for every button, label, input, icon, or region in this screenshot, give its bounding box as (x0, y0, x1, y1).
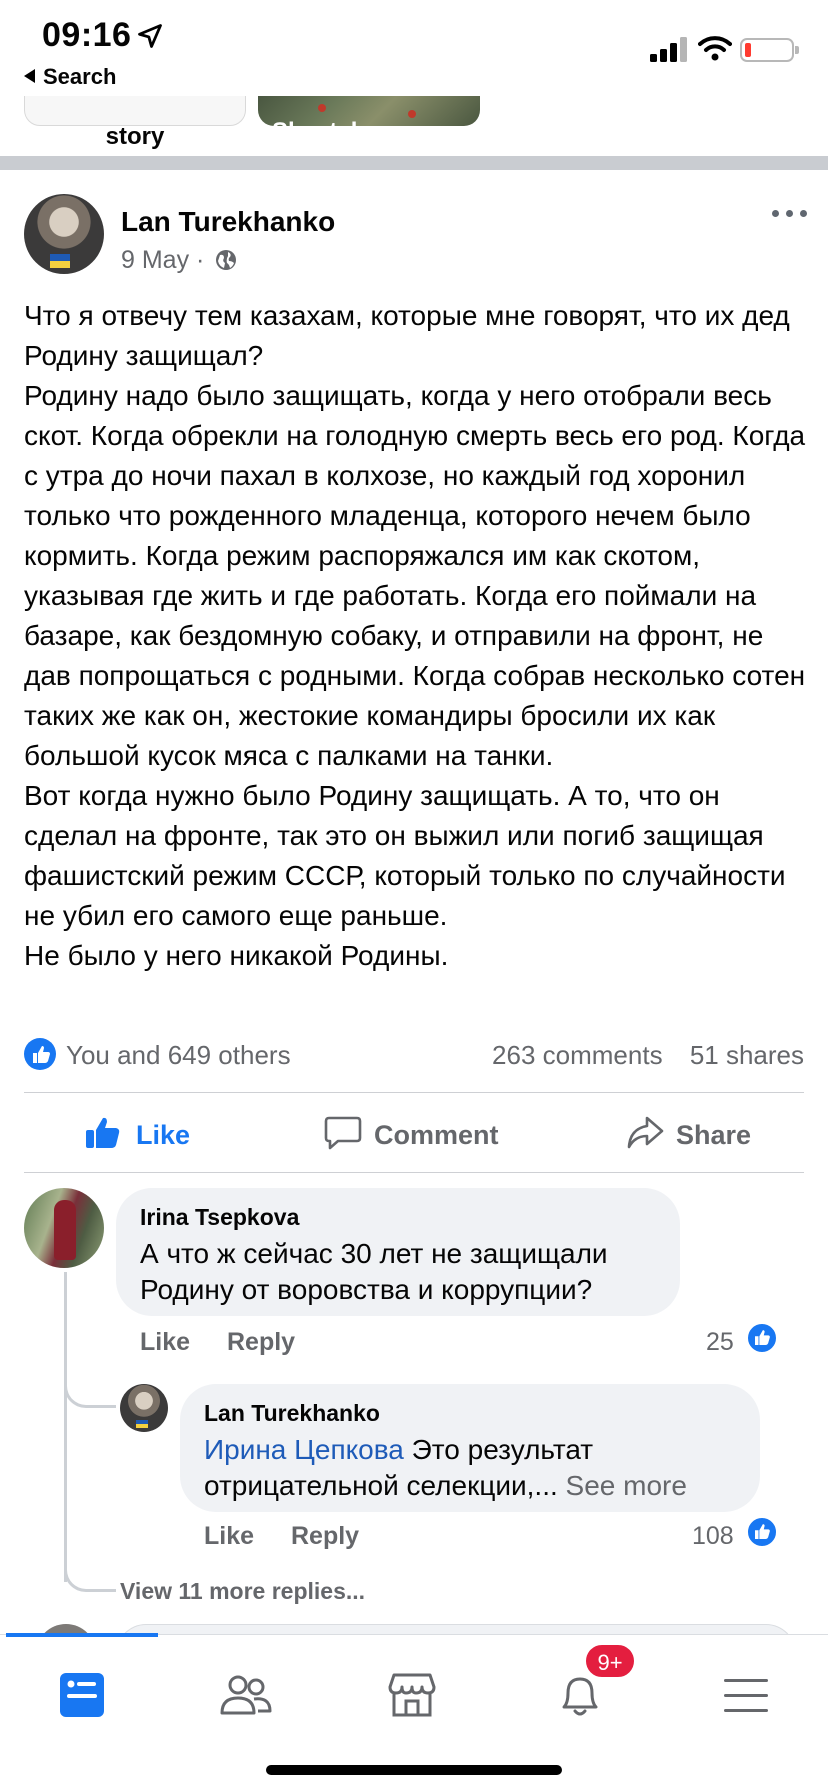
story-label: story (105, 123, 165, 150)
comment-reply-button[interactable]: Reply (227, 1328, 295, 1356)
thread-line (64, 1272, 67, 1582)
reply-reply-button[interactable]: Reply (291, 1522, 359, 1550)
reply-author[interactable]: Lan Turekhanko (204, 1400, 380, 1427)
post-meta: 9 May · (121, 246, 237, 275)
post-paragraph: Что я отвечу тем казахам, которые мне го… (24, 300, 790, 371)
post-options-button[interactable] (770, 200, 810, 230)
thread-connector (64, 1372, 116, 1408)
reply-like-count[interactable]: 108 (692, 1522, 734, 1551)
stories-strip: story Shestakova (0, 96, 828, 154)
commenter-avatar[interactable] (24, 1188, 104, 1268)
like-reaction-icon (746, 1322, 778, 1354)
comments-count[interactable]: 263 comments (492, 1040, 663, 1070)
marketplace-icon (388, 1673, 436, 1717)
reply-author-avatar[interactable] (120, 1384, 168, 1432)
back-triangle-icon (24, 69, 35, 83)
create-story-card[interactable]: story (24, 96, 246, 150)
tab-menu[interactable] (706, 1655, 786, 1735)
comment-like-count[interactable]: 25 (706, 1328, 734, 1357)
like-label: Like (136, 1120, 191, 1150)
thumbs-up-icon (86, 1117, 120, 1148)
friends-icon (220, 1675, 272, 1715)
story-card[interactable]: Shestakova (258, 96, 480, 145)
back-label: Search (43, 64, 117, 89)
reply-bubble[interactable]: Lan Turekhanko Ирина Цепкова Это результ… (180, 1384, 760, 1512)
active-tab-indicator (6, 1633, 158, 1637)
comment-bubble[interactable]: Irina Tsepkova А что ж сейчас 30 лет не … (116, 1188, 680, 1316)
bottom-tab-bar: 9+ (0, 1633, 828, 1792)
post-paragraph: Родину надо было защищать, когда у него … (24, 380, 806, 771)
view-more-replies-link[interactable]: View 11 more replies... (120, 1578, 365, 1605)
post-paragraph: Вот когда нужно было Родину защищать. А … (24, 780, 786, 931)
reactions-text[interactable]: You and 649 others (66, 1040, 291, 1071)
menu-icon (724, 1679, 768, 1712)
notifications-badge: 9+ (584, 1643, 636, 1679)
post-date[interactable]: 9 May (121, 246, 189, 274)
author-avatar[interactable] (24, 194, 104, 274)
like-reaction-icon (746, 1516, 778, 1548)
post-author-name[interactable]: Lan Turekhanko (121, 206, 335, 238)
location-arrow-icon (138, 24, 162, 48)
post-body: Что я отвечу тем казахам, которые мне го… (24, 296, 810, 976)
share-label: Share (676, 1120, 752, 1150)
cellular-signal-icon (650, 37, 687, 62)
globe-icon (216, 250, 237, 270)
reply-like-button[interactable]: Like (204, 1522, 254, 1550)
reply-text: Ирина Цепкова Это результат отрицательно… (204, 1432, 744, 1504)
meta-separator: · (196, 246, 205, 274)
tab-friends[interactable] (206, 1655, 286, 1735)
comment-author[interactable]: Irina Tsepkova (140, 1204, 299, 1231)
reply-actions: Like Reply (204, 1522, 359, 1551)
see-more-link[interactable]: See more (566, 1470, 687, 1501)
story-owner-name: Shestakova (272, 118, 406, 145)
comment-actions: Like Reply (140, 1328, 295, 1357)
back-to-search-button[interactable]: Search (24, 64, 116, 90)
home-indicator (266, 1765, 562, 1775)
divider (24, 1092, 804, 1093)
reply-text-line1: Это результат (403, 1434, 594, 1465)
divider (24, 1172, 804, 1173)
reply-text-line2: отрицательной селекции,... (204, 1470, 558, 1501)
shares-count[interactable]: 51 shares (690, 1040, 804, 1070)
thread-connector (64, 1556, 116, 1592)
feed-separator (0, 156, 828, 170)
mention-link[interactable]: Ирина Цепкова (204, 1434, 404, 1465)
comment-icon (324, 1116, 362, 1150)
comment-text: А что ж сейчас 30 лет не защищали Родину… (140, 1238, 608, 1305)
battery-icon (740, 38, 799, 62)
like-reaction-icon (24, 1038, 56, 1070)
comment-label: Comment (374, 1120, 499, 1150)
status-bar: 09:16 Search (0, 0, 828, 96)
tab-marketplace[interactable] (372, 1655, 452, 1735)
share-icon (627, 1116, 664, 1149)
status-time: 09:16 (42, 16, 132, 54)
wifi-icon (698, 36, 732, 61)
tab-news-feed[interactable] (42, 1655, 122, 1735)
news-feed-icon (60, 1673, 104, 1717)
reactions-summary[interactable]: You and 649 others 263 comments 51 share… (24, 1036, 804, 1076)
comment-like-button[interactable]: Like (140, 1328, 190, 1356)
post-paragraph: Не было у него никакой Родины. (24, 940, 449, 971)
